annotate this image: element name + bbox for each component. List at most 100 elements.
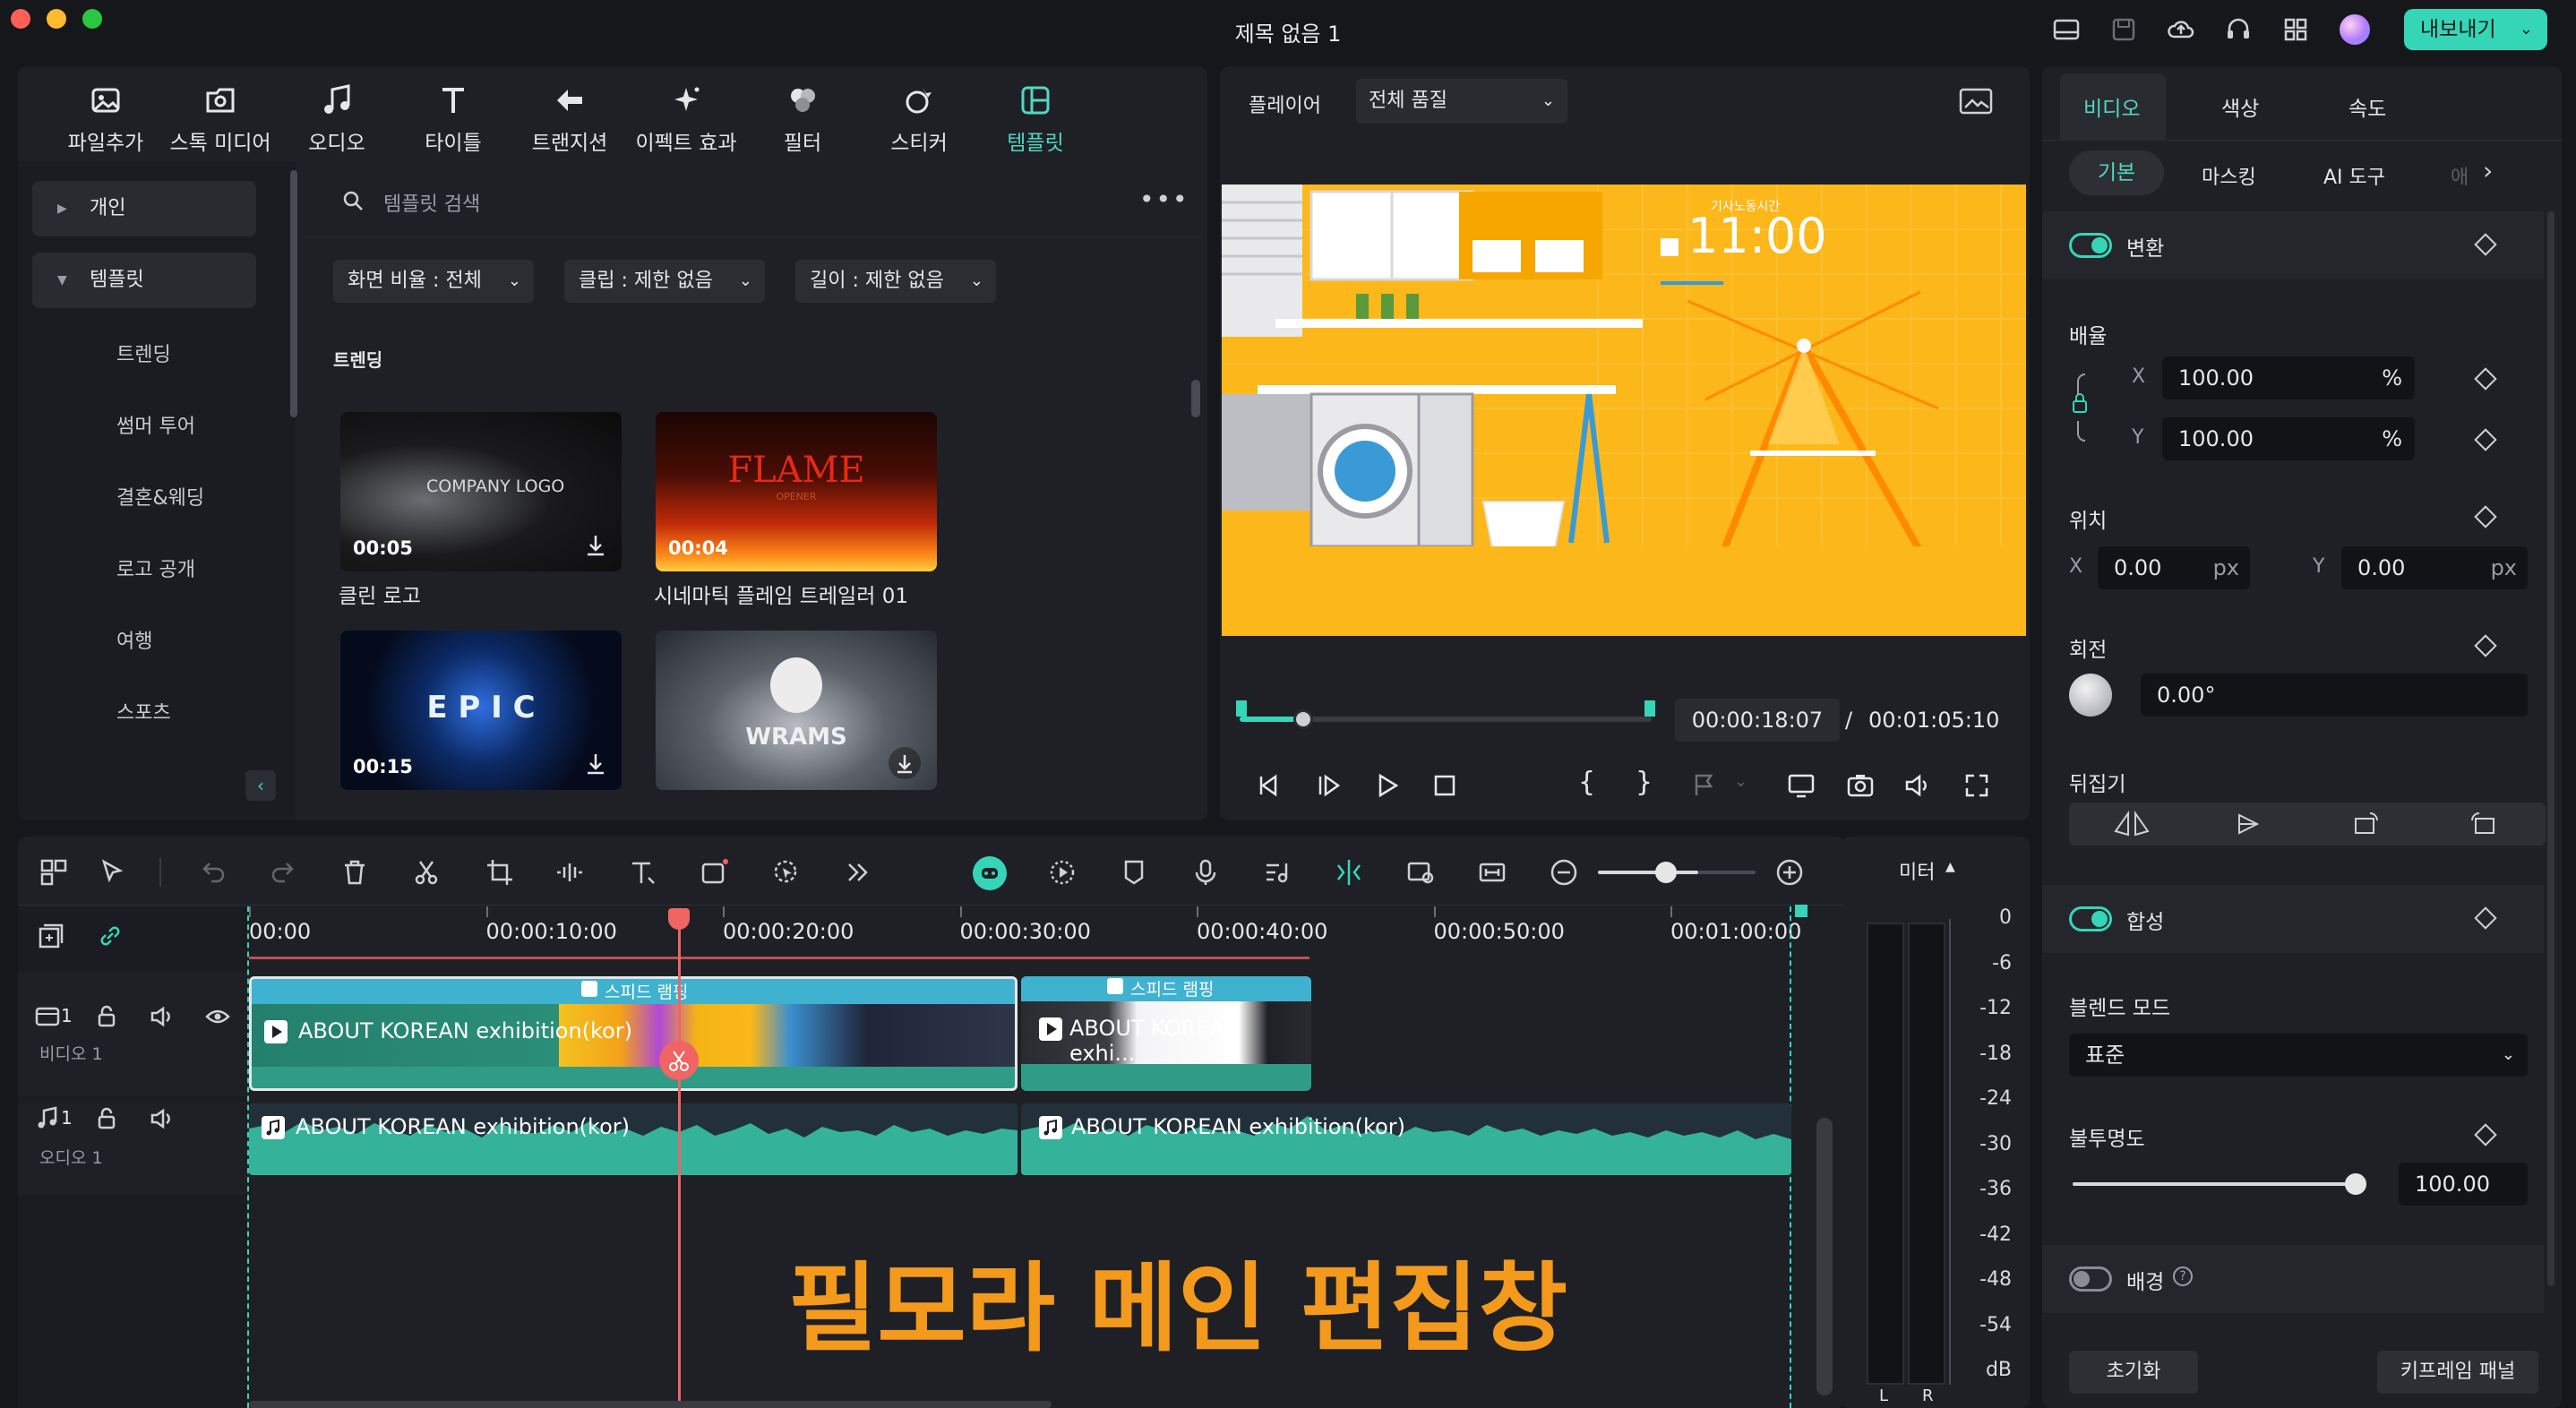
video-clip[interactable]: 스피드 램핑 ABOUT KOREAN exhibition(kor)	[249, 976, 1018, 1091]
microphone-icon[interactable]	[1189, 856, 1222, 889]
audio-clip[interactable]: ABOUT KOREAN exhibition(kor)	[1021, 1103, 1791, 1175]
media-tool-effects-sparkle[interactable]: 이펙트 효과	[632, 82, 740, 158]
subtab-basic[interactable]: 기본	[2069, 150, 2164, 195]
speaker-icon[interactable]	[149, 1105, 176, 1132]
playhead-handle[interactable]	[1293, 709, 1313, 729]
ai-select-icon[interactable]	[770, 856, 803, 889]
crop-icon[interactable]	[484, 856, 516, 889]
auto-beat-icon[interactable]	[1046, 856, 1078, 889]
volume-icon[interactable]	[1902, 770, 1933, 801]
marker-flag-icon[interactable]	[1689, 770, 1720, 801]
collapse-sidebar-button[interactable]: ‹	[245, 770, 276, 801]
template-card[interactable]: COMPANY LOGO 00:05	[340, 412, 622, 571]
apps-grid-icon[interactable]	[2280, 14, 2311, 45]
media-tool-title-t[interactable]: 타이틀	[399, 82, 507, 158]
media-tool-music-note[interactable]: 오디오	[283, 82, 391, 158]
delete-trash-icon[interactable]	[339, 856, 371, 889]
preview-canvas[interactable]: 기사노동시간 11:00	[1222, 185, 2026, 636]
sidebar-scrollbar[interactable]	[290, 170, 297, 417]
chevron-down-icon[interactable]: ⌄	[1734, 772, 1747, 791]
template-card[interactable]: WRAMS	[656, 631, 937, 790]
library-scrollbar[interactable]	[1191, 380, 1200, 417]
sidebar-item-summer-tour[interactable]: 썸머 투어	[116, 410, 195, 439]
zoom-slider-handle[interactable]	[1655, 862, 1677, 883]
scale-y-field[interactable]: 100.00 %	[2162, 417, 2415, 460]
sidebar-item-personal[interactable]: ▶ 개인	[32, 181, 256, 236]
mark-in-icon[interactable]: {	[1578, 767, 1595, 798]
video-clip[interactable]: 스피드 램핑 ABOUT KOREAN exhi...	[1021, 976, 1311, 1091]
subtab-masking[interactable]: 마스킹	[2202, 161, 2256, 190]
speaker-icon[interactable]	[149, 1003, 176, 1030]
blend-mode-select[interactable]: 표준 ⌄	[2069, 1034, 2528, 1077]
tab-color[interactable]: 색상	[2221, 91, 2259, 122]
play-icon[interactable]	[1372, 770, 1403, 801]
current-time[interactable]: 00:00:18:07	[1675, 699, 1840, 742]
chevron-down-icon[interactable]: ⌄	[2520, 9, 2533, 50]
cloud-upload-icon[interactable]	[2166, 14, 2196, 45]
user-avatar[interactable]	[2340, 14, 2370, 45]
help-icon[interactable]: ?	[2173, 1266, 2193, 1286]
media-tool-template[interactable]: 템플릿	[982, 82, 1089, 158]
split-scissors-icon[interactable]	[659, 1041, 699, 1080]
sidebar-item-logo-reveal[interactable]: 로고 공개	[116, 554, 195, 582]
sidebar-item-sports[interactable]: 스포츠	[116, 697, 171, 725]
sidebar-item-travel[interactable]: 여행	[116, 625, 152, 654]
next-frame-icon[interactable]	[1315, 770, 1345, 801]
marker-shield-icon[interactable]	[1118, 856, 1150, 889]
media-tool-import[interactable]: 파일추가	[52, 82, 159, 158]
position-x-field[interactable]: 0.00 px	[2098, 546, 2250, 589]
rotation-field[interactable]: 0.00°	[2141, 674, 2528, 717]
rotate-left-button[interactable]	[2420, 803, 2546, 846]
more-tools-icon[interactable]	[842, 856, 874, 889]
download-icon[interactable]	[582, 749, 609, 777]
more-options-icon[interactable]: •••	[1139, 185, 1189, 214]
export-button[interactable]: 내보내기 ⌄	[2404, 9, 2547, 50]
media-tool-stock-media[interactable]: 스톡 미디어	[167, 82, 274, 158]
position-y-field[interactable]: 0.00 px	[2341, 546, 2528, 589]
filter-clip[interactable]: 클립 : 제한 없음 ⌄	[564, 260, 765, 303]
filter-duration[interactable]: 길이 : 제한 없음 ⌄	[795, 260, 996, 303]
display-settings-icon[interactable]	[1786, 770, 1816, 801]
text-tool-icon[interactable]	[627, 856, 659, 889]
background-toggle[interactable]	[2069, 1266, 2112, 1292]
camera-snapshot-icon[interactable]	[1845, 770, 1876, 801]
zoom-slider-track[interactable]	[1598, 871, 1698, 874]
eye-visibility-icon[interactable]	[204, 1003, 231, 1030]
link-icon[interactable]	[95, 921, 125, 951]
sidebar-item-wedding[interactable]: 결혼&웨딩	[116, 482, 204, 511]
fullscreen-icon[interactable]	[1962, 770, 1992, 801]
out-point-marker[interactable]	[1644, 700, 1655, 717]
search-input[interactable]: 템플릿 검색	[383, 188, 480, 217]
audio-mixer-icon[interactable]	[1261, 856, 1293, 889]
previous-frame-icon[interactable]	[1254, 770, 1284, 801]
undo-icon[interactable]	[197, 856, 229, 889]
audio-clip[interactable]: ABOUT KOREAN exhibition(kor)	[249, 1103, 1018, 1175]
redo-icon[interactable]	[267, 856, 299, 889]
tab-video[interactable]: 비디오	[2083, 91, 2140, 122]
rotation-dial[interactable]	[2069, 674, 2112, 717]
select-cursor-icon[interactable]	[97, 856, 129, 889]
snapshot-compare-icon[interactable]	[1958, 86, 1994, 116]
zoom-out-icon[interactable]	[1548, 856, 1580, 889]
tab-speed[interactable]: 속도	[2348, 91, 2386, 122]
template-card[interactable]: E P I C 00:15	[340, 631, 622, 790]
media-tool-filter[interactable]: 필터	[749, 82, 856, 158]
keyframe-panel-button[interactable]: 키프레임 패널	[2377, 1351, 2538, 1394]
add-track-icon[interactable]	[36, 921, 66, 951]
caret-up-icon[interactable]: ▲	[1945, 860, 1955, 874]
audio-edit-icon[interactable]	[554, 856, 586, 889]
layout-panels-icon[interactable]	[38, 856, 70, 889]
timeline-vertical-scrollbar[interactable]	[1816, 1118, 1833, 1395]
flip-vertical-button[interactable]	[2185, 803, 2311, 846]
lock-icon[interactable]	[93, 1105, 120, 1132]
zoom-in-icon[interactable]	[1773, 856, 1806, 889]
reset-button[interactable]: 초기화	[2069, 1351, 2198, 1394]
split-scissors-icon[interactable]	[410, 856, 442, 889]
snap-magnet-icon[interactable]	[1333, 856, 1365, 889]
save-icon[interactable]	[2108, 14, 2139, 45]
template-card[interactable]: FLAME OPENER 00:04	[656, 412, 937, 571]
transform-toggle[interactable]	[2069, 233, 2112, 258]
in-point-marker[interactable]	[1236, 700, 1247, 717]
fit-timeline-icon[interactable]	[1476, 856, 1508, 889]
ai-assistant-icon[interactable]	[973, 856, 1007, 890]
